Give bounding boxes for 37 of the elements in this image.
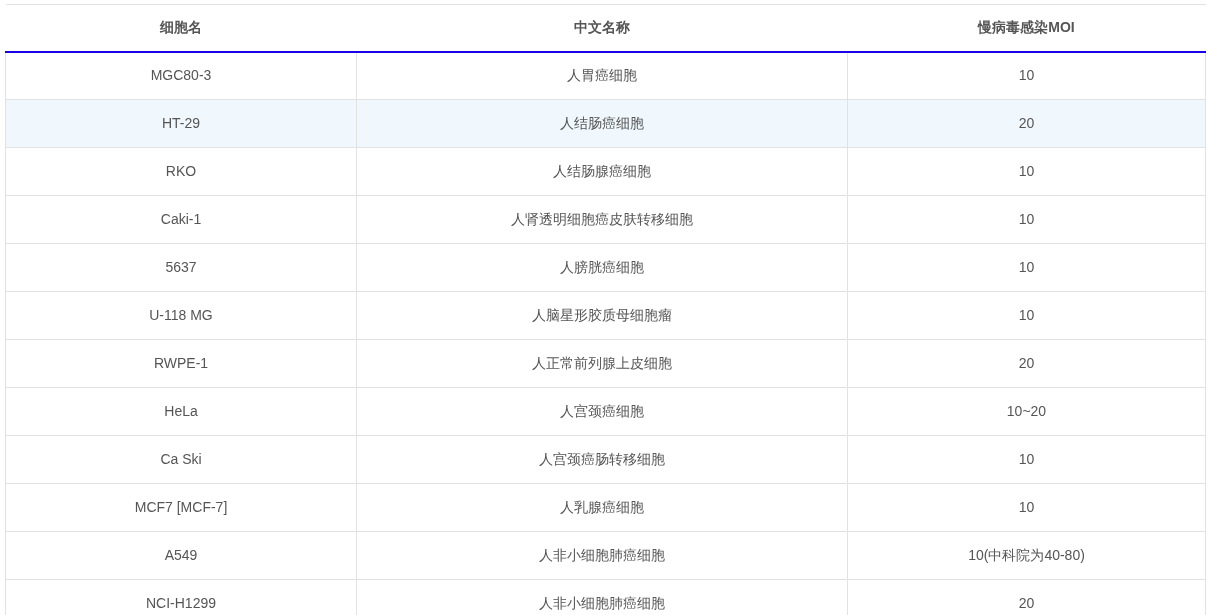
table-cell: 人非小细胞肺癌细胞	[356, 531, 848, 580]
table-cell: MCF7 [MCF-7]	[5, 483, 357, 532]
table-cell: HT-29	[5, 99, 357, 148]
table-cell: 10	[847, 483, 1206, 532]
table-cell: 10	[847, 195, 1206, 244]
table-cell: 人宫颈癌肠转移细胞	[356, 435, 848, 484]
table-cell: HeLa	[5, 387, 357, 436]
column-header: 细胞名	[5, 4, 357, 52]
table-cell: 10	[847, 291, 1206, 340]
table-cell: 10	[847, 243, 1206, 292]
table-cell: 5637	[5, 243, 357, 292]
table-cell: 20	[847, 339, 1206, 388]
table-cell: 10	[847, 435, 1206, 484]
table-cell: 人脑星形胶质母细胞瘤	[356, 291, 848, 340]
table-cell: A549	[5, 531, 357, 580]
table-cell: 人结肠癌细胞	[356, 99, 848, 148]
table-cell: 10~20	[847, 387, 1206, 436]
table-cell: 人肾透明细胞癌皮肤转移细胞	[356, 195, 848, 244]
table-cell: U-118 MG	[5, 291, 357, 340]
table-cell: NCI-H1299	[5, 579, 357, 615]
table-cell: RWPE-1	[5, 339, 357, 388]
table-cell: 人结肠腺癌细胞	[356, 147, 848, 196]
table-cell: RKO	[5, 147, 357, 196]
table-cell: 人膀胱癌细胞	[356, 243, 848, 292]
table-cell: 人宫颈癌细胞	[356, 387, 848, 436]
table-cell: 人乳腺癌细胞	[356, 483, 848, 532]
column-header: 中文名称	[356, 4, 848, 52]
table-cell: MGC80-3	[5, 51, 357, 100]
table-cell: 10	[847, 147, 1206, 196]
table-cell: Ca Ski	[5, 435, 357, 484]
table-cell: 人胃癌细胞	[356, 51, 848, 100]
table-cell: 20	[847, 99, 1206, 148]
table-cell: Caki-1	[5, 195, 357, 244]
column-header: 慢病毒感染MOI	[847, 4, 1206, 52]
table-cell: 10(中科院为40-80)	[847, 531, 1206, 580]
table-cell: 10	[847, 51, 1206, 100]
table-cell: 人正常前列腺上皮细胞	[356, 339, 848, 388]
